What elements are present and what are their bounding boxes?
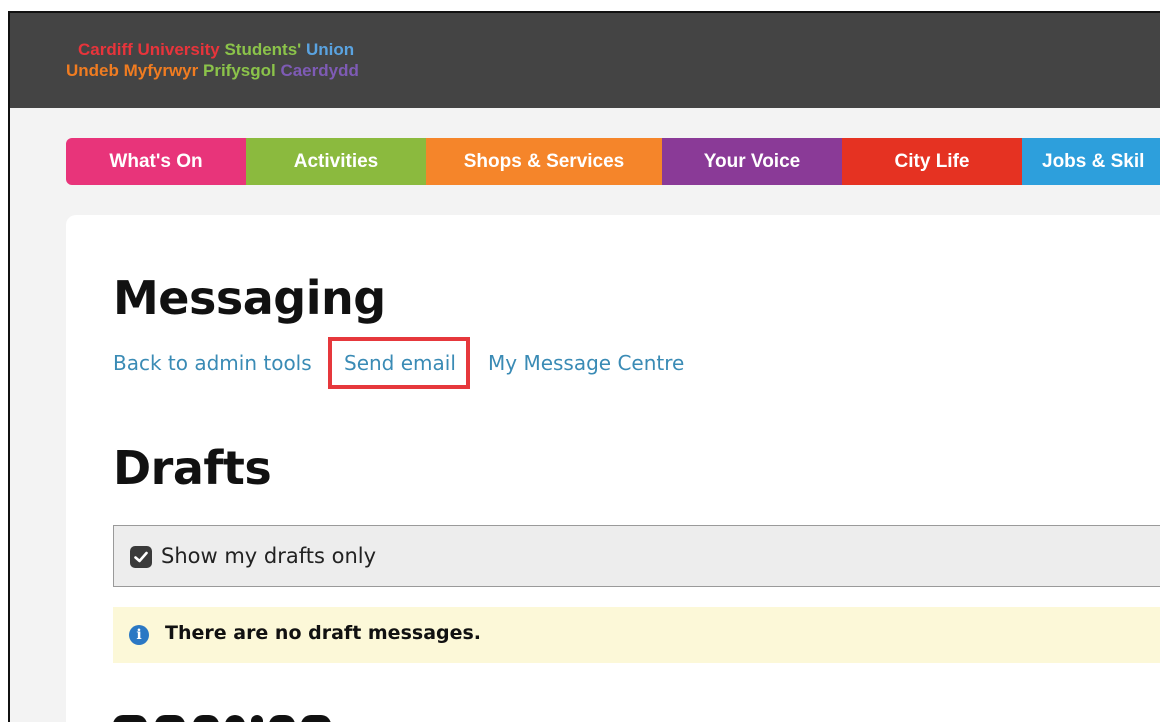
- nav-city-life[interactable]: City Life: [842, 138, 1022, 185]
- nav-label: Jobs & Skil: [1042, 150, 1145, 172]
- logo-part: Caerdydd: [280, 61, 359, 80]
- logo-line-welsh: Undeb Myfyrwyr Prifysgol Caerdydd: [66, 60, 359, 81]
- logo-part: Prifysgol: [202, 61, 281, 80]
- nav-shops-services[interactable]: Shops & Services: [426, 138, 662, 185]
- nav-jobs-skills[interactable]: Jobs & Skil: [1022, 138, 1160, 185]
- nav-whats-on[interactable]: What's On: [66, 138, 246, 185]
- nav-label: Shops & Services: [463, 150, 625, 172]
- content-card: Messaging Back to admin tools Send email…: [66, 215, 1160, 722]
- next-section-heading-cropped: [113, 707, 373, 722]
- nav-label: What's On: [109, 150, 203, 172]
- show-my-drafts-label[interactable]: Show my drafts only: [161, 544, 376, 568]
- nav-label: City Life: [894, 150, 970, 172]
- info-icon: i: [129, 625, 149, 645]
- back-to-admin-tools-link[interactable]: Back to admin tools: [113, 351, 312, 375]
- checkmark-icon: [134, 551, 148, 563]
- highlight-box: [328, 337, 470, 389]
- logo-part: Students': [224, 40, 306, 59]
- drafts-filter-bar: Show my drafts only: [113, 525, 1160, 587]
- main-nav: What's On Activities Shops & Services Yo…: [66, 138, 1160, 185]
- my-message-centre-link[interactable]: My Message Centre: [488, 351, 684, 375]
- logo-part: Union: [305, 40, 355, 59]
- show-my-drafts-checkbox[interactable]: [130, 546, 152, 568]
- logo-part: Cardiff University: [78, 40, 225, 59]
- nav-your-voice[interactable]: Your Voice: [662, 138, 842, 185]
- nav-label: Your Voice: [703, 150, 801, 172]
- page-title: Messaging: [113, 271, 386, 325]
- no-drafts-notice: i There are no draft messages.: [113, 607, 1160, 663]
- logo-part: Undeb Myfyrwyr: [66, 61, 203, 80]
- nav-label: Activities: [293, 150, 379, 172]
- nav-activities[interactable]: Activities: [246, 138, 426, 185]
- drafts-heading: Drafts: [113, 441, 272, 495]
- site-logo[interactable]: Cardiff University Students' Union Undeb…: [66, 39, 359, 81]
- site-header: Cardiff University Students' Union Undeb…: [10, 13, 1160, 108]
- logo-line-english: Cardiff University Students' Union: [66, 39, 359, 60]
- notice-text: There are no draft messages.: [165, 622, 482, 644]
- browser-frame: Cardiff University Students' Union Undeb…: [8, 11, 1160, 722]
